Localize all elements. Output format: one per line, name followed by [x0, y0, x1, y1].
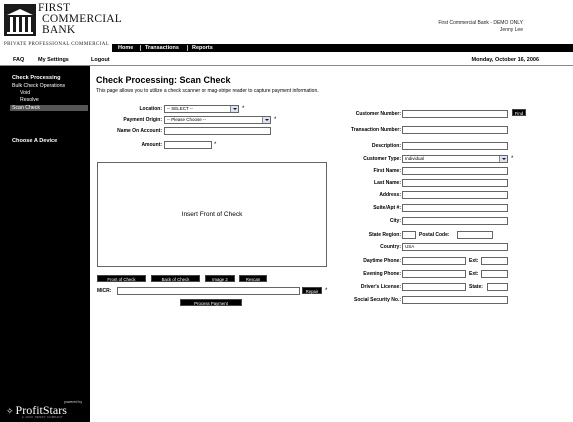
city-label: City: — [389, 218, 401, 224]
profitstars-subtitle: A JACK HENRY COMPANY — [22, 416, 64, 419]
required-marker: * — [325, 288, 328, 294]
repair-button[interactable]: Repair — [302, 287, 322, 294]
page-description: This page allows you to utilize a check … — [96, 88, 319, 94]
profitstars-logo-text: ProfitStars — [15, 403, 67, 417]
drivers-license-input[interactable] — [402, 283, 466, 291]
postal-code-input[interactable] — [457, 231, 493, 239]
address-label: Address: — [379, 192, 401, 198]
micr-input[interactable] — [117, 287, 300, 295]
country-input[interactable]: USA — [402, 243, 508, 251]
customer-number-label: Customer Number: — [355, 111, 401, 117]
amount-input[interactable] — [164, 141, 212, 149]
bank-name-line3: Bank — [42, 24, 76, 36]
chevron-down-icon — [230, 106, 238, 112]
current-date: Monday, October 16, 2006 — [471, 57, 539, 63]
description-input[interactable] — [402, 142, 508, 150]
customer-type-select-value: Individual — [405, 156, 425, 161]
bank-logo-icon — [4, 4, 36, 36]
required-marker: * — [214, 142, 217, 148]
state-region-label: State Region: — [368, 232, 401, 238]
evening-ext-label: Ext: — [469, 271, 479, 277]
nav-divider — [187, 45, 188, 51]
rescan-button[interactable]: Rescan — [239, 275, 267, 282]
micr-label: MICR: — [97, 288, 112, 294]
sidebar-heading-check-processing[interactable]: Check Processing — [12, 75, 61, 81]
sidebar-item-bulk-check-operations[interactable]: Bulk Check Operations — [12, 83, 65, 89]
site-info: First Commercial Bank - DEMO ONLY Jenny … — [438, 20, 523, 34]
location-label: Location: — [139, 106, 163, 112]
ssn-input[interactable] — [402, 296, 508, 304]
transaction-number-label: Transaction Number: — [350, 127, 401, 133]
daytime-ext-input[interactable] — [481, 257, 508, 265]
payment-origin-label: Payment Origin: — [123, 117, 162, 123]
ssn-label: Social Security No.: — [354, 297, 401, 303]
suite-apt-label: Suite/Apt #: — [373, 205, 401, 211]
country-label: Country: — [380, 244, 401, 250]
process-payment-button[interactable]: Process Payment — [180, 299, 242, 306]
name-on-account-input[interactable] — [164, 127, 271, 135]
required-marker: * — [242, 106, 245, 112]
evening-phone-input[interactable] — [402, 270, 466, 278]
license-state-label: State: — [469, 284, 483, 290]
daytime-phone-label: Daytime Phone: — [363, 258, 401, 264]
bank-name: First Commercial Bank — [38, 2, 122, 36]
check-image-placeholder: Insert Front of Check — [181, 211, 243, 218]
my-settings-link[interactable]: My Settings — [38, 57, 69, 63]
daytime-ext-label: Ext: — [469, 258, 479, 264]
sidebar: Check Processing Bulk Check Operations V… — [0, 66, 90, 422]
front-of-check-button[interactable]: Front of Check — [97, 275, 146, 282]
amount-label: Amount: — [141, 142, 162, 148]
logout-link[interactable]: Logout — [91, 57, 110, 63]
evening-phone-label: Evening Phone: — [363, 271, 401, 277]
site-name: First Commercial Bank - DEMO ONLY — [438, 20, 523, 26]
nav-transactions[interactable]: Transactions — [145, 44, 179, 52]
last-name-label: Last Name: — [374, 180, 401, 186]
address-input[interactable] — [402, 191, 508, 199]
check-image-area[interactable]: Insert Front of Check — [97, 162, 327, 267]
location-select-value: -- SELECT -- — [167, 106, 193, 111]
transaction-number-input[interactable] — [402, 126, 508, 134]
payment-origin-select-value: -- Please Choose -- — [167, 117, 207, 122]
back-of-check-button[interactable]: Back of Check — [151, 275, 200, 282]
daytime-phone-input[interactable] — [402, 257, 466, 265]
license-state-input[interactable] — [487, 283, 508, 291]
country-input-value: USA — [405, 244, 415, 249]
sidebar-item-resolve[interactable]: Resolve — [20, 97, 39, 103]
drivers-license-label: Driver's License: — [360, 284, 401, 290]
customer-number-input[interactable] — [402, 110, 508, 118]
nav-reports[interactable]: Reports — [192, 44, 213, 52]
nav-divider — [140, 45, 141, 51]
description-label: Description: — [371, 143, 401, 149]
last-name-input[interactable] — [402, 179, 508, 187]
profitstars-star-icon: ✧ — [6, 406, 14, 416]
bank-tagline: Private Professional Commercial — [4, 42, 110, 47]
page-title: Check Processing: Scan Check — [96, 75, 231, 85]
payment-origin-select[interactable]: -- Please Choose -- — [164, 116, 271, 124]
top-nav: Home Transactions Reports — [112, 44, 573, 52]
nav-home[interactable]: Home — [118, 44, 133, 52]
image-2-button[interactable]: Image 2 — [205, 275, 235, 282]
required-marker: * — [274, 117, 277, 123]
customer-type-label: Customer Type: — [363, 156, 401, 162]
chevron-down-icon — [499, 156, 507, 162]
chevron-down-icon — [262, 117, 270, 123]
suite-apt-input[interactable] — [402, 204, 508, 212]
sidebar-heading-choose-device[interactable]: Choose A Device — [12, 138, 57, 144]
postal-code-label: Postal Code: — [419, 232, 450, 238]
sidebar-item-void[interactable]: Void — [20, 90, 30, 96]
customer-type-select[interactable]: Individual — [402, 155, 508, 163]
sidebar-item-scan-check[interactable]: Scan Check — [10, 105, 88, 111]
user-name: Jenny Lee — [499, 27, 523, 33]
location-select[interactable]: -- SELECT -- — [164, 105, 239, 113]
faq-link[interactable]: FAQ — [13, 57, 24, 63]
first-name-label: First Name: — [373, 168, 401, 174]
required-marker: * — [511, 156, 514, 162]
first-name-input[interactable] — [402, 167, 508, 175]
city-input[interactable] — [402, 217, 508, 225]
name-on-account-label: Name On Account: — [117, 128, 162, 134]
sub-nav: FAQ My Settings Logout Monday, October 1… — [0, 55, 573, 65]
evening-ext-input[interactable] — [481, 270, 508, 278]
find-button[interactable]: Find — [512, 109, 526, 116]
state-region-input[interactable] — [402, 231, 416, 239]
